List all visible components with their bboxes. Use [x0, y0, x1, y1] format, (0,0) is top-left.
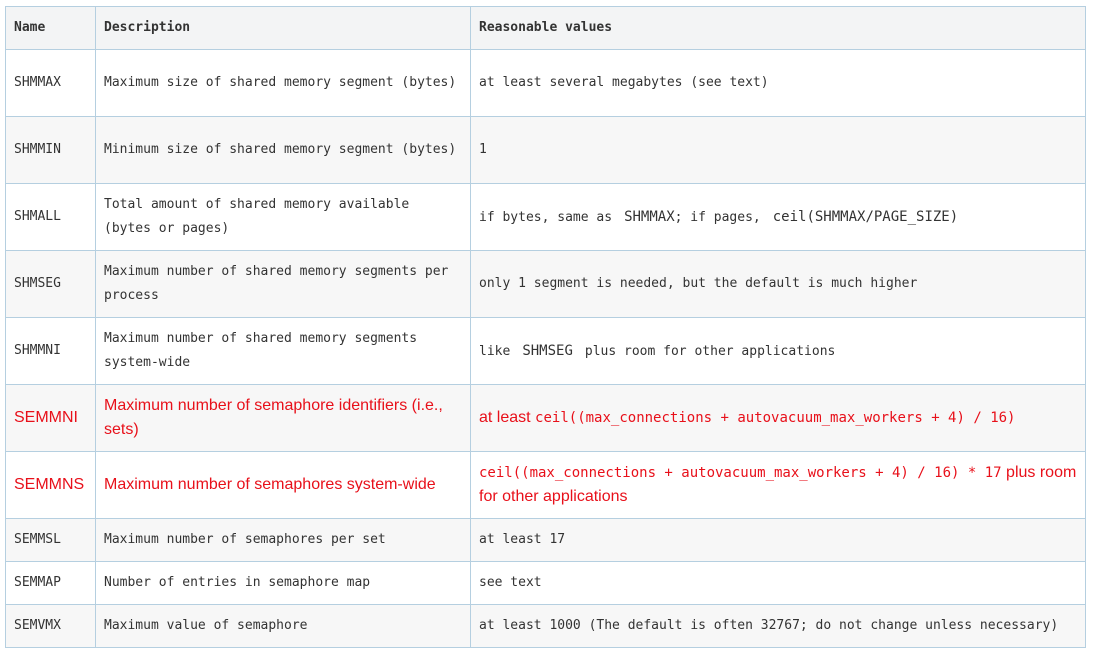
param-value: like SHMSEG plus room for other applicatio…	[470, 317, 1086, 385]
table-row: SHMSEG Maximum number of shared memory s…	[5, 250, 1086, 318]
param-name: SEMMAP	[5, 561, 96, 605]
table-row: SEMMAP Number of entries in semaphore ma…	[5, 561, 1086, 605]
header-name: Name	[5, 6, 96, 50]
param-value: at least ceil((max_connections + autovac…	[470, 384, 1086, 452]
param-name: SEMMNS	[5, 451, 96, 519]
param-value: at least 1000 (The default is often 3276…	[470, 604, 1086, 648]
param-description: Maximum value of semaphore	[95, 604, 471, 648]
param-value: see text	[470, 561, 1086, 605]
value-text: like	[479, 343, 511, 359]
param-value: at least 17	[470, 518, 1086, 562]
value-code: SHMSEG	[522, 342, 573, 359]
value-text: ; if pages,	[674, 209, 761, 225]
param-description: Maximum number of semaphores per set	[95, 518, 471, 562]
value-code: ceil((max_connections + autovacuum_max_w…	[479, 465, 1002, 481]
header-description: Description	[95, 6, 471, 50]
header-values: Reasonable values	[470, 6, 1086, 50]
value-text: plus room for other applications	[584, 343, 836, 359]
param-value: only 1 segment is needed, but the defaul…	[470, 250, 1086, 318]
param-description: Maximum number of shared memory segments…	[95, 250, 471, 318]
table-row-highlighted: SEMMNI Maximum number of semaphore ident…	[5, 384, 1086, 452]
table-row: SEMVMX Maximum value of semaphore at lea…	[5, 604, 1086, 648]
value-code: ceil((max_connections + autovacuum_max_w…	[535, 410, 1016, 426]
param-description: Maximum number of semaphores system-wide	[95, 451, 471, 519]
param-name: SEMMNI	[5, 384, 96, 452]
table-row: SEMMSL Maximum number of semaphores per …	[5, 518, 1086, 562]
table-row: SHMMIN Minimum size of shared memory seg…	[5, 116, 1086, 184]
header-row: Name Description Reasonable values	[5, 6, 1086, 50]
param-name: SHMMIN	[5, 116, 96, 184]
table-row-highlighted: SEMMNS Maximum number of semaphores syst…	[5, 451, 1086, 519]
param-value: ceil((max_connections + autovacuum_max_w…	[470, 451, 1086, 519]
param-name: SEMVMX	[5, 604, 96, 648]
param-name: SHMMNI	[5, 317, 96, 385]
value-code: ceil(SHMMAX/PAGE_SIZE)	[772, 208, 959, 225]
param-value: if bytes, same as SHMMAX; if pages, ceil(S…	[470, 183, 1086, 251]
param-description: Total amount of shared memory available …	[95, 183, 471, 251]
param-name: SHMSEG	[5, 250, 96, 318]
param-name: SEMMSL	[5, 518, 96, 562]
kernel-parameters-table-container: Name Description Reasonable values SHMMA…	[5, 6, 1086, 648]
param-name: SHMALL	[5, 183, 96, 251]
param-description: Minimum size of shared memory segment (b…	[95, 116, 471, 184]
value-text: if bytes, same as	[479, 209, 613, 225]
param-name: SHMMAX	[5, 49, 96, 117]
value-code: SHMMAX	[624, 208, 675, 225]
param-value: at least several megabytes (see text)	[470, 49, 1086, 117]
param-value: 1	[470, 116, 1086, 184]
value-text: at least	[479, 409, 531, 426]
param-description: Maximum size of shared memory segment (b…	[95, 49, 471, 117]
table-row: SHMALL Total amount of shared memory ava…	[5, 183, 1086, 251]
kernel-parameters-table: Name Description Reasonable values SHMMA…	[5, 6, 1086, 648]
param-description: Number of entries in semaphore map	[95, 561, 471, 605]
table-row: SHMMNI Maximum number of shared memory s…	[5, 317, 1086, 385]
param-description: Maximum number of shared memory segments…	[95, 317, 471, 385]
param-description: Maximum number of semaphore identifiers …	[95, 384, 471, 452]
table-row: SHMMAX Maximum size of shared memory seg…	[5, 49, 1086, 117]
